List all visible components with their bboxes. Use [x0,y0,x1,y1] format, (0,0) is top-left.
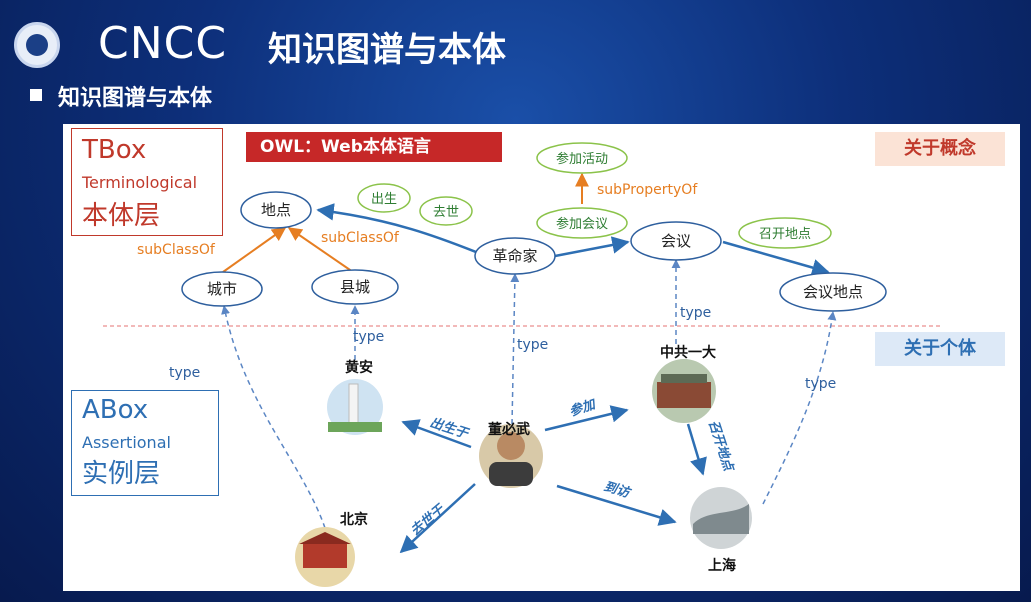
svg-text:地点: 地点 [261,201,291,219]
svg-text:会议地点: 会议地点 [803,283,863,301]
edge-label-held-at: 召开地点 [705,418,737,474]
type-label-county: type [353,329,384,345]
page-title: 知识图谱与本体 [268,30,506,70]
type-shanghai-meetingplace [762,311,837,505]
edge-city-subclass [222,227,287,273]
edge-held-at [686,423,707,476]
slide-subtitle: 知识图谱与本体 [58,86,213,111]
tbox-chinese: 本体层 [82,201,161,231]
type-label-meeting-place: type [805,376,836,392]
instance-huangan: 黄安 [345,359,373,376]
edge-label-attend: 参加 [567,396,599,420]
node-revolutionary: 革命家 [474,237,556,275]
edge-revolutionary-meeting [554,236,630,258]
node-meeting-place: 会议地点 [779,272,887,312]
svg-text:参加会议: 参加会议 [556,216,608,232]
beijing-image [295,527,355,587]
instance-dongbiwu: 董必武 [488,421,530,438]
instance-beijing: 北京 [340,511,368,528]
brand-logo-text: CNCC [98,18,228,69]
node-city: 城市 [181,271,263,307]
rel-attend-activity: 参加活动 [536,142,628,174]
node-county: 县城 [311,269,399,305]
abox-subtitle: Assertional [82,433,171,452]
rel-died: 去世 [419,196,473,226]
diagram-panel: 地点 城市 县城 革命家 会议 会议地点 出生 去世 参加会议 参加活动 召开地… [63,124,1020,591]
svg-text:参加活动: 参加活动 [556,151,608,167]
tbox-label: TBox Terminological 本体层 [71,128,223,236]
logo-emblem-icon [26,34,48,56]
rel-held-at: 召开地点 [738,217,832,249]
svg-text:革命家: 革命家 [492,247,537,265]
bullet-icon [30,89,42,101]
type-label-revolutionary: type [517,337,548,353]
label-subclass-left: subClassOf [137,242,216,258]
type-dongbiwu-revolutionary [510,273,520,425]
rel-born: 出生 [357,183,411,213]
svg-text:县城: 县城 [340,278,370,296]
svg-text:去世: 去世 [433,205,459,220]
zhonggong-image [652,359,716,423]
tbox-subtitle: Terminological [82,173,198,192]
node-meeting: 会议 [630,221,722,261]
instance-zhonggong: 中共一大 [660,344,716,361]
abox-chinese: 实例层 [82,459,161,489]
abox-title: ABox [82,395,149,425]
type-beijing-city [221,305,326,529]
shanghai-image [690,487,752,549]
svg-text:城市: 城市 [207,280,237,298]
rel-attend-meeting: 参加会议 [536,207,628,239]
abox-label: ABox Assertional 实例层 [71,390,219,496]
owl-banner: OWL：Web本体语言 [246,132,502,162]
edge-label-died-in: 去世于 [407,500,449,539]
type-label-meeting: type [680,305,711,321]
huangan-image [327,379,383,435]
svg-text:召开地点: 召开地点 [759,227,811,242]
tag-individual: 关于个体 [875,332,1005,366]
label-subproperty: subPropertyOf [597,182,698,198]
svg-text:会议: 会议 [661,232,691,250]
label-subclass-right: subClassOf [321,230,400,246]
tag-concept: 关于概念 [875,132,1005,166]
tbox-title: TBox [82,135,147,165]
ccf-logo [14,22,60,68]
svg-text:出生: 出生 [371,192,397,207]
type-label-city: type [169,365,200,381]
node-place: 地点 [240,191,312,229]
edge-label-visited: 到访 [602,478,633,501]
instance-shanghai: 上海 [708,557,736,574]
